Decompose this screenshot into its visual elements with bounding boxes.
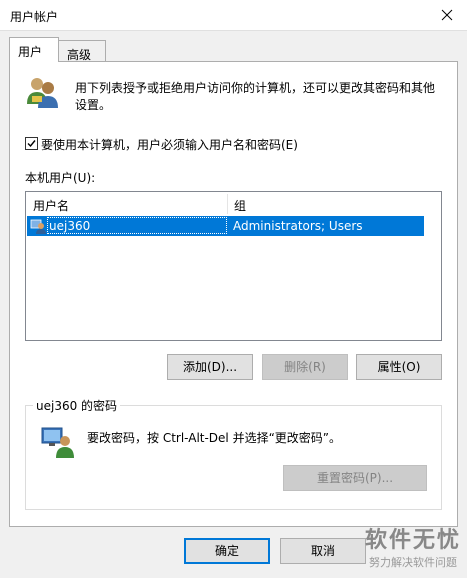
password-groupbox: [25, 405, 442, 510]
watermark: 软件无忧 努力解决软件问题: [365, 522, 461, 570]
tab-users-label: 用户: [18, 45, 43, 59]
users-icon: [27, 78, 58, 108]
local-users-label: 本机用户(U):: [25, 171, 96, 185]
cancel-button[interactable]: 取消: [280, 538, 366, 564]
column-header-group-label: 组: [234, 199, 247, 213]
tab-advanced[interactable]: 高级: [58, 40, 106, 62]
watermark-tagline: 努力解决软件问题: [368, 556, 457, 569]
password-group-title: uej360 的密码: [33, 397, 121, 414]
properties-button[interactable]: 属性(O): [356, 354, 442, 380]
tab-users[interactable]: 用户: [9, 37, 59, 62]
remove-button[interactable]: 删除(R): [262, 354, 348, 380]
title-bar: 用户帐户: [0, 0, 467, 31]
window-title: 用户帐户: [10, 10, 59, 24]
add-button[interactable]: 添加(D)...: [167, 354, 253, 380]
require-login-label[interactable]: 要使用本计算机，用户必须输入用户名和密码(E): [41, 136, 298, 153]
column-header-username[interactable]: 用户名: [27, 194, 228, 214]
password-hint: 要改密码，按 Ctrl-Alt-Del 并选择“更改密码”。: [87, 431, 342, 445]
checkmark-icon: [27, 140, 36, 148]
user-icon: [30, 219, 46, 234]
close-icon[interactable]: [435, 3, 459, 27]
reset-password-button[interactable]: 重置密码(P)...: [283, 465, 427, 491]
ok-button[interactable]: 确定: [184, 538, 270, 564]
table-row[interactable]: uej360 Administrators; Users: [27, 216, 424, 236]
intro-line-2: 设置。: [75, 98, 112, 112]
users-list[interactable]: 用户名 组 uej360 Administrators; Users: [25, 191, 442, 341]
row-username: uej360: [49, 219, 91, 233]
intro-line-1: 用下列表授予或拒绝用户访问你的计算机，还可以更改其密码和其他: [75, 81, 436, 95]
column-header-group[interactable]: 组: [228, 194, 424, 214]
require-login-checkbox[interactable]: [25, 137, 38, 150]
watermark-brand: 软件无忧: [364, 528, 461, 553]
list-header: 用户名 组: [27, 194, 424, 214]
computer-user-icon: [41, 427, 74, 458]
row-group: Administrators; Users: [233, 219, 363, 233]
column-header-username-label: 用户名: [33, 199, 70, 213]
